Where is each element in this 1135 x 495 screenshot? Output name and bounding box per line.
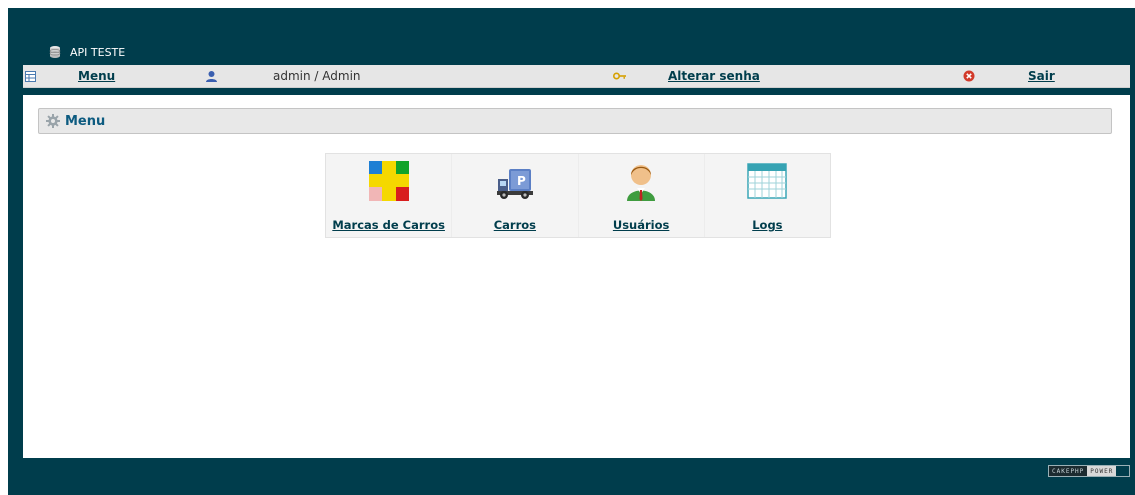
user-icon (206, 70, 217, 82)
app-title: API TESTE (70, 45, 126, 59)
tile-marcas-de-carros[interactable]: Marcas de Carros (326, 154, 453, 237)
gear-icon (46, 114, 60, 128)
nav-menu-link[interactable]: Menu (78, 69, 115, 83)
tile-label-logs[interactable]: Logs (752, 218, 782, 232)
top-navbar: Menu admin / Admin Alterar senha Sair (23, 65, 1130, 88)
close-icon (963, 70, 975, 82)
logout-link[interactable]: Sair (1028, 69, 1055, 83)
badge-right-text: POWER (1087, 466, 1117, 476)
cakephp-power-badge[interactable]: CAKEPHP POWER (1048, 465, 1130, 477)
section-title: Menu (65, 113, 106, 129)
tile-label-carros[interactable]: Carros (494, 218, 536, 232)
svg-text:P: P (517, 174, 526, 188)
tile-logs[interactable]: Logs (705, 154, 830, 237)
tile-usuarios[interactable]: Usuários (579, 154, 705, 237)
tile-label-marcas-de-carros[interactable]: Marcas de Carros (332, 218, 445, 232)
calendar-icon (747, 163, 788, 199)
menu-tiles: Marcas de Carros P Carros Usuários Logs (325, 153, 831, 238)
badge-left-text: CAKEPHP (1049, 466, 1088, 476)
brands-grid-icon (368, 161, 409, 201)
current-user-label: admin / Admin (273, 69, 361, 83)
truck-icon: P (496, 169, 533, 199)
main-content: Menu Marcas de Carros P Carros Usuários … (23, 95, 1130, 458)
change-password-link[interactable]: Alterar senha (668, 69, 760, 83)
tile-label-usuarios[interactable]: Usuários (613, 218, 670, 232)
app-header: API TESTE (48, 44, 125, 60)
section-header: Menu (38, 108, 1112, 134)
table-icon (25, 70, 36, 82)
database-icon (49, 46, 61, 58)
user-avatar-icon (627, 165, 656, 201)
nav-grid-item (25, 65, 36, 87)
tile-carros[interactable]: P Carros (452, 154, 579, 237)
key-icon (613, 72, 626, 80)
